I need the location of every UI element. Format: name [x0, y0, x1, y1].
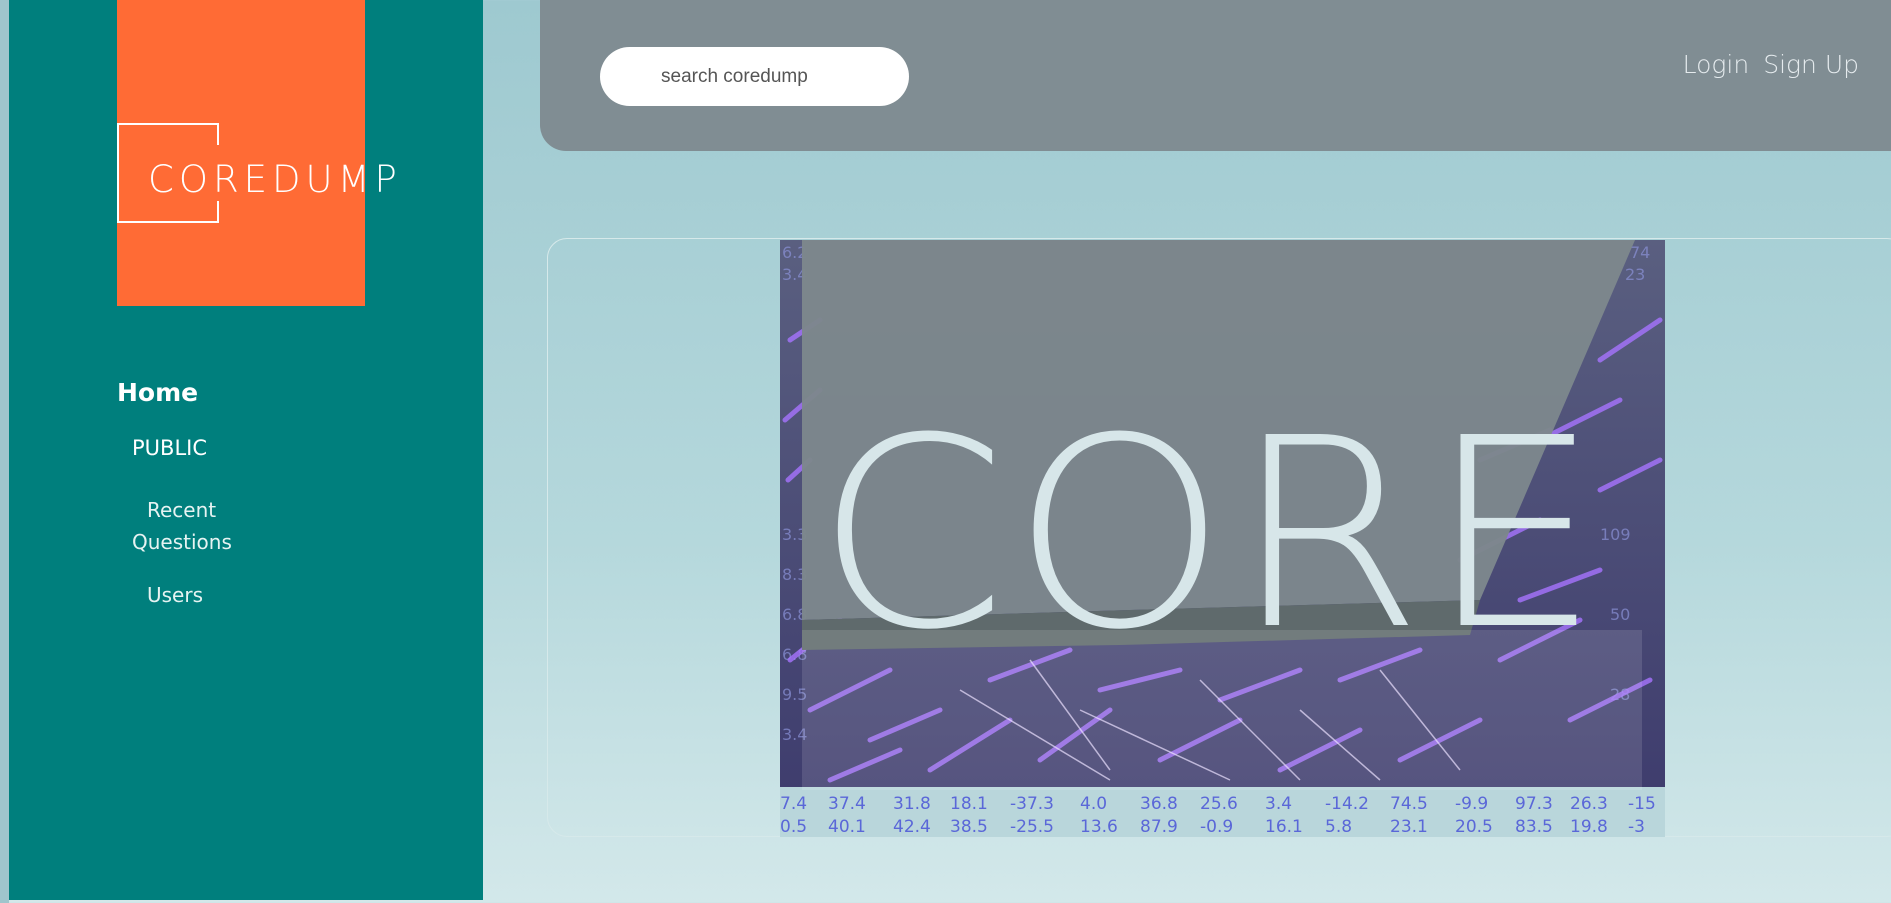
banner-number: -3 [1628, 817, 1645, 837]
left-edge-strip [0, 0, 9, 903]
svg-text:23: 23 [1625, 265, 1645, 284]
banner-number: -37.3 [1010, 794, 1054, 814]
banner-number: 31.8 [893, 794, 931, 814]
banner-number: 7.4 [780, 794, 807, 814]
banner-number: 25.6 [1200, 794, 1238, 814]
banner-number: 36.8 [1140, 794, 1178, 814]
banner-number: 0.5 [780, 817, 807, 837]
banner-number: 74.5 [1390, 794, 1428, 814]
svg-text:50: 50 [1610, 605, 1630, 624]
nav-home-link[interactable]: Home [117, 378, 198, 407]
banner-number: 37.4 [828, 794, 866, 814]
banner-number: 42.4 [893, 817, 931, 837]
banner-number: 97.3 [1515, 794, 1553, 814]
search-input[interactable] [600, 47, 909, 106]
banner-number: 23.1 [1390, 817, 1428, 837]
banner-number: 38.5 [950, 817, 988, 837]
banner-number: 4.0 [1080, 794, 1107, 814]
banner-number: 18.1 [950, 794, 988, 814]
banner-number: -9.9 [1455, 794, 1488, 814]
banner-number: 87.9 [1140, 817, 1178, 837]
nav-recent-questions-link[interactable]: Recent Questions [132, 494, 262, 558]
banner-number: -0.9 [1200, 817, 1233, 837]
top-header: Login Sign Up [540, 0, 1891, 151]
nav-users-link[interactable]: Users [147, 583, 203, 607]
banner-number: 3.4 [1265, 794, 1292, 814]
hero-banner-image: 6.23.4 3.38.36.8 6.89.53.4 7423 1095028 [780, 240, 1665, 837]
banner-number: 26.3 [1570, 794, 1608, 814]
banner-number: 5.8 [1325, 817, 1352, 837]
nav-public-heading: PUBLIC [132, 436, 207, 460]
banner-number: 20.5 [1455, 817, 1493, 837]
svg-text:74: 74 [1630, 243, 1650, 262]
banner-number: 16.1 [1265, 817, 1303, 837]
banner-number: -14.2 [1325, 794, 1369, 814]
auth-links: Login Sign Up [1683, 50, 1859, 79]
logo-text[interactable]: COREDUMP [148, 158, 402, 201]
banner-number: 19.8 [1570, 817, 1608, 837]
banner-number: -15 [1628, 794, 1656, 814]
banner-number: 83.5 [1515, 817, 1553, 837]
banner-number: -25.5 [1010, 817, 1054, 837]
signup-link[interactable]: Sign Up [1763, 50, 1859, 79]
banner-number: 40.1 [828, 817, 866, 837]
banner-number: 13.6 [1080, 817, 1118, 837]
login-link[interactable]: Login [1683, 50, 1750, 79]
